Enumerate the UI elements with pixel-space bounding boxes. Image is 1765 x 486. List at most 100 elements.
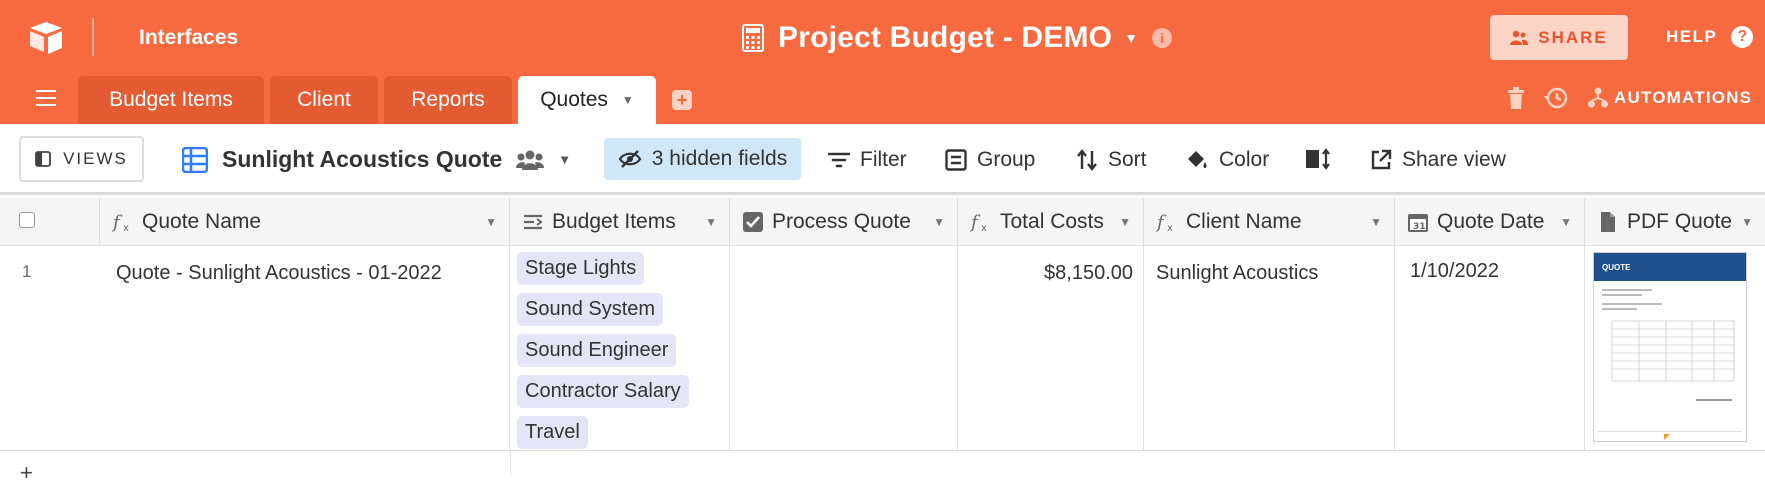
- color-button[interactable]: Color: [1185, 148, 1269, 172]
- external-share-icon: [1371, 149, 1392, 170]
- svg-text:x: x: [981, 223, 987, 233]
- tab-budget-items[interactable]: Budget Items: [78, 76, 264, 124]
- tab-label: Reports: [411, 88, 485, 111]
- svg-text:x: x: [1167, 223, 1173, 233]
- base-title-menu[interactable]: Project Budget - DEMO ▼ i: [742, 18, 1173, 58]
- column-label: Total Costs: [1000, 209, 1104, 233]
- column-label: Process Quote: [772, 209, 911, 233]
- chevron-down-icon[interactable]: ▼: [1741, 215, 1753, 229]
- chevron-down-icon[interactable]: ▼: [1560, 215, 1572, 229]
- cell-client-name[interactable]: Sunlight Acoustics: [1144, 246, 1395, 451]
- share-view-label: Share view: [1402, 148, 1506, 171]
- column-divider: [510, 451, 511, 475]
- hide-fields-icon: [618, 150, 642, 168]
- linked-record-pill[interactable]: Contractor Salary: [517, 375, 689, 408]
- column-label: Quote Name: [142, 209, 262, 233]
- chevron-down-icon[interactable]: ▼: [1119, 215, 1131, 229]
- filter-icon: [828, 152, 850, 168]
- column-header-budget-items[interactable]: Budget Items ▼: [510, 198, 730, 246]
- calculator-icon: [742, 24, 764, 52]
- pdf-thumb-header: QUOTE: [1594, 253, 1746, 281]
- total-costs-value: $8,150.00: [1044, 262, 1133, 284]
- cell-quote-date[interactable]: 1/10/2022: [1395, 246, 1585, 451]
- chevron-down-icon[interactable]: ▼: [622, 93, 634, 107]
- linked-record-pill[interactable]: Stage Lights: [517, 252, 645, 285]
- help-icon: ?: [1731, 26, 1754, 48]
- row-number-cell: 1: [0, 246, 100, 451]
- pdf-thumbnail[interactable]: QUOTE: [1593, 252, 1747, 442]
- add-record-button[interactable]: +: [20, 460, 33, 486]
- checkbox-icon: [743, 211, 763, 232]
- column-header-client-name[interactable]: f x Client Name ▼: [1144, 198, 1395, 246]
- column-label: PDF Quote: [1627, 209, 1733, 233]
- interfaces-link[interactable]: Interfaces: [139, 26, 238, 50]
- chevron-down-icon: ▼: [1124, 30, 1139, 46]
- header-divider: [92, 18, 94, 56]
- row-height-button[interactable]: [1305, 148, 1331, 170]
- svg-text:31: 31: [1413, 222, 1426, 232]
- client-name-value: Sunlight Acoustics: [1156, 262, 1319, 284]
- column-header-quote-date[interactable]: 31 Quote Date ▼: [1395, 198, 1585, 246]
- views-label: VIEWS: [63, 149, 128, 168]
- svg-text:x: x: [123, 223, 129, 233]
- cell-budget-items[interactable]: Stage Lights Sound System Sound Engineer…: [510, 246, 730, 451]
- column-label: Budget Items: [552, 209, 676, 233]
- color-label: Color: [1219, 148, 1270, 171]
- filter-button[interactable]: Filter: [828, 148, 907, 172]
- add-table-icon[interactable]: +: [672, 90, 692, 110]
- column-header-total-costs[interactable]: f x Total Costs ▼: [958, 198, 1144, 246]
- chevron-down-icon[interactable]: ▼: [485, 215, 497, 229]
- column-label: Client Name: [1186, 209, 1302, 233]
- group-button[interactable]: Group: [945, 148, 1035, 172]
- calendar-icon: 31: [1408, 213, 1428, 232]
- cell-pdf-quote[interactable]: QUOTE: [1585, 246, 1765, 451]
- hamburger-menu-icon[interactable]: [36, 90, 56, 106]
- view-switcher[interactable]: Sunlight Acoustics Quote ▼: [182, 146, 571, 173]
- formula-icon: f x: [112, 212, 129, 233]
- svg-text:f: f: [970, 212, 981, 233]
- cell-process-quote[interactable]: [730, 246, 958, 451]
- sort-button[interactable]: Sort: [1076, 148, 1147, 172]
- share-button[interactable]: SHARE: [1490, 15, 1628, 60]
- sort-icon: [1077, 149, 1097, 171]
- attachment-icon: [1601, 211, 1615, 232]
- info-icon[interactable]: i: [1152, 28, 1173, 48]
- chevron-down-icon: ▼: [558, 152, 572, 167]
- help-label: HELP: [1666, 27, 1718, 46]
- linked-record-pill[interactable]: Travel: [517, 416, 588, 449]
- cell-quote-name[interactable]: Quote - Sunlight Acoustics - 01-2022: [100, 246, 510, 451]
- tab-label: Budget Items: [109, 88, 233, 111]
- sidebar-icon: [35, 151, 51, 167]
- automations-icon: [1588, 87, 1608, 108]
- select-all-checkbox[interactable]: [19, 212, 35, 228]
- column-header-process-quote[interactable]: Process Quote ▼: [730, 198, 958, 246]
- tab-client[interactable]: Client: [270, 76, 378, 124]
- view-bar: VIEWS Sunlight Acoustics Quote ▼ 3 hidde…: [0, 124, 1765, 195]
- row-number: 1: [22, 262, 32, 281]
- share-label: SHARE: [1538, 27, 1608, 47]
- history-icon[interactable]: [1544, 86, 1568, 110]
- help-button[interactable]: HELP ?: [1666, 26, 1754, 48]
- linked-record-pill[interactable]: Sound Engineer: [517, 334, 677, 367]
- column-header-quote-name[interactable]: f x Quote Name ▼: [100, 198, 510, 246]
- column-header-pdf-quote[interactable]: PDF Quote ▼: [1585, 198, 1765, 246]
- svg-text:f: f: [112, 212, 123, 233]
- quote-name-value: Quote - Sunlight Acoustics - 01-2022: [116, 262, 442, 284]
- base-title: Project Budget - DEMO: [778, 21, 1113, 54]
- tab-label: Quotes: [540, 88, 608, 111]
- tab-quotes[interactable]: Quotes ▼: [518, 76, 656, 124]
- views-toggle-button[interactable]: VIEWS: [19, 136, 144, 182]
- chevron-down-icon[interactable]: ▼: [705, 215, 717, 229]
- linked-records-icon: [524, 214, 543, 229]
- airtable-logo-icon[interactable]: [26, 18, 66, 58]
- linked-record-pill[interactable]: Sound System: [517, 293, 664, 326]
- chevron-down-icon[interactable]: ▼: [1370, 215, 1382, 229]
- chevron-down-icon[interactable]: ▼: [933, 215, 945, 229]
- automations-button[interactable]: AUTOMATIONS: [1588, 87, 1752, 109]
- share-view-button[interactable]: Share view: [1370, 148, 1506, 172]
- trash-icon[interactable]: [1508, 87, 1524, 109]
- group-label: Group: [977, 148, 1036, 171]
- hidden-fields-button[interactable]: 3 hidden fields: [604, 138, 801, 180]
- cell-total-costs[interactable]: $8,150.00: [958, 246, 1144, 451]
- tab-reports[interactable]: Reports: [384, 76, 512, 124]
